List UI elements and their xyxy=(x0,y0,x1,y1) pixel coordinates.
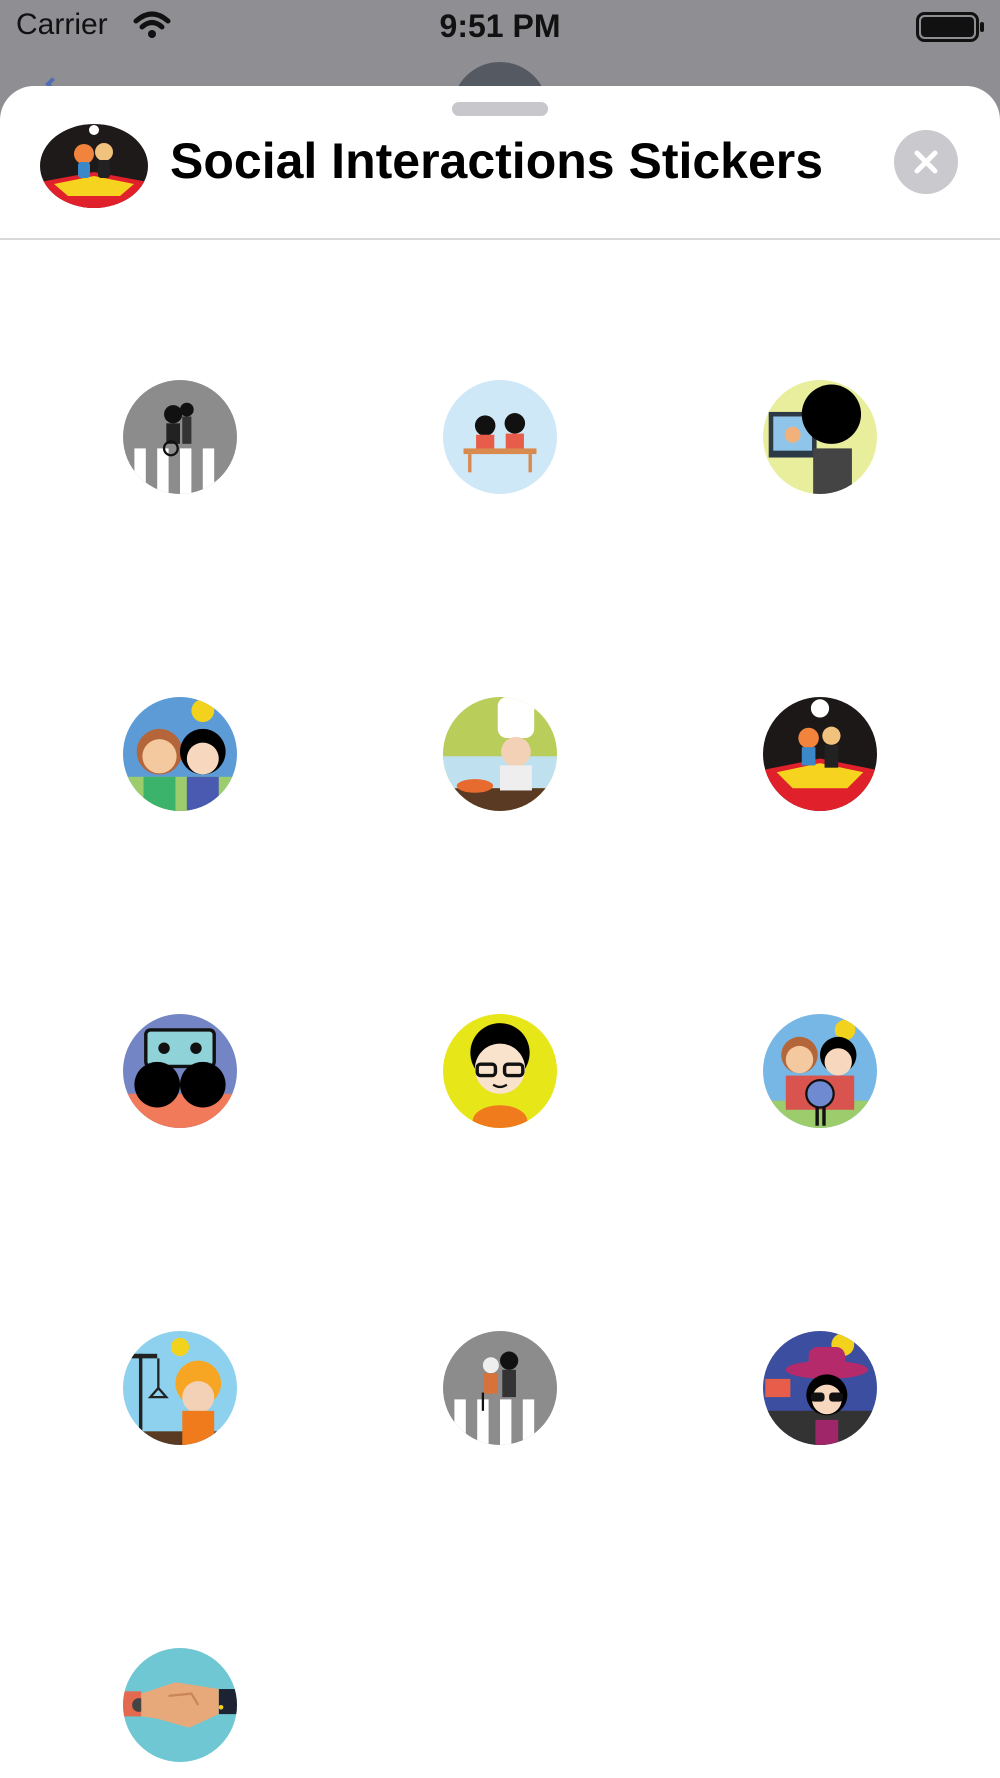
sunglasses-hat-sticker[interactable] xyxy=(763,1331,877,1445)
status-time: 9:51 PM xyxy=(439,8,561,44)
handshake-sticker[interactable] xyxy=(123,1648,237,1762)
close-button[interactable] xyxy=(894,130,958,194)
video-call-sticker[interactable] xyxy=(763,380,877,494)
friends-outdoors-sticker[interactable] xyxy=(123,697,237,811)
retro-music-sticker[interactable] xyxy=(123,1014,237,1128)
chef-sticker[interactable] xyxy=(443,697,557,811)
classroom-students-sticker[interactable] xyxy=(443,380,557,494)
status-bar: Carrier 9:51 PM xyxy=(0,0,1000,56)
sticker-sheet: Social Interactions Stickers xyxy=(0,86,1000,1778)
driver-sticker[interactable] xyxy=(443,1014,557,1128)
sheet-title: Social Interactions Stickers xyxy=(170,133,824,189)
crosswalk-elderly-sticker[interactable] xyxy=(443,1331,557,1445)
construction-worker-sticker[interactable] xyxy=(123,1331,237,1445)
family-photo-sticker[interactable] xyxy=(763,1014,877,1128)
battery-icon xyxy=(916,12,984,42)
sticker-pack-icon xyxy=(40,124,148,208)
close-icon xyxy=(914,150,938,174)
crosswalk-wheelchair-sticker[interactable] xyxy=(123,380,237,494)
sheet-header: Social Interactions Stickers xyxy=(0,86,1000,240)
dancing-couple-sticker[interactable] xyxy=(763,697,877,811)
